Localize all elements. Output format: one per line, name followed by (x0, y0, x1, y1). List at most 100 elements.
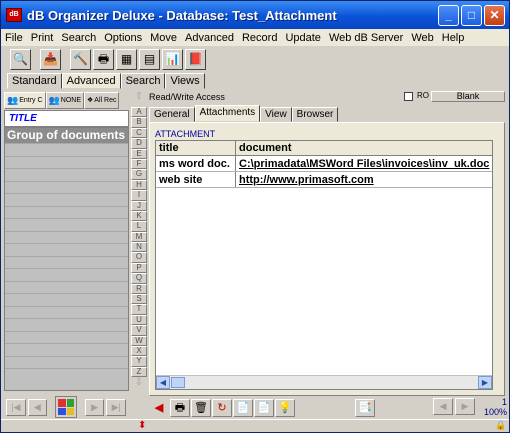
print-attachment-icon[interactable]: 🖶 (170, 399, 190, 417)
table-row[interactable]: ms word doc. C:\primadata\MSWord Files\i… (156, 156, 492, 172)
horizontal-scrollbar[interactable]: ◀ ▶ (156, 375, 492, 389)
chart-icon[interactable]: 📊 (162, 48, 183, 70)
export-icon[interactable]: 📑 (355, 399, 375, 417)
tab-attachments[interactable]: Attachments (194, 105, 261, 122)
left-tab-entry[interactable]: 👥 Entry C (4, 91, 46, 109)
letter-t[interactable]: T (131, 304, 147, 315)
first-record-button[interactable]: |◀ (6, 398, 26, 416)
back-arrow-icon[interactable]: ◀ (149, 399, 169, 417)
tab-view[interactable]: View (260, 107, 292, 122)
left-tabs: 👥 Entry C 👥 NONE ❖ All Rec (4, 91, 129, 109)
cell-title[interactable]: ms word doc. (156, 156, 236, 171)
letter-u[interactable]: U (131, 314, 147, 326)
book-icon[interactable]: 📕 (185, 48, 206, 70)
menu-record[interactable]: Record (238, 32, 281, 44)
letter-q[interactable]: Q (131, 273, 147, 284)
letter-g[interactable]: G (131, 169, 147, 180)
tab-search[interactable]: Search (120, 73, 166, 89)
scroll-up-icon[interactable]: ⇧ (131, 91, 147, 107)
close-button[interactable]: ✕ (484, 5, 505, 26)
search-icon[interactable]: 🔍 (10, 48, 31, 70)
tab-views[interactable]: Views (165, 73, 205, 89)
cell-title[interactable]: web site (156, 172, 236, 187)
letter-a[interactable]: A (131, 107, 147, 118)
letter-f[interactable]: F (131, 158, 147, 170)
letter-w[interactable]: W (131, 335, 147, 346)
letter-o[interactable]: O (131, 252, 147, 263)
tab-standard[interactable]: Standard (7, 73, 62, 89)
tab-general[interactable]: General (149, 107, 195, 122)
letter-e[interactable]: E (131, 148, 147, 159)
menu-print[interactable]: Print (27, 32, 58, 44)
letter-m[interactable]: M (131, 231, 147, 243)
blank-button[interactable]: Blank (431, 91, 505, 102)
list-item[interactable]: Group of documents (5, 128, 128, 144)
letter-n[interactable]: N (131, 242, 147, 253)
letter-v[interactable]: V (131, 325, 147, 336)
page-indicator: 1 100% (479, 397, 507, 417)
menu-web-db-server[interactable]: Web dB Server (325, 32, 407, 44)
access-label: Read/Write Access (149, 91, 225, 102)
record-list[interactable]: Group of documents (4, 127, 129, 391)
letter-d[interactable]: D (131, 138, 147, 149)
letter-j[interactable]: J (131, 200, 147, 211)
scroll-down-icon[interactable]: ⇩ (131, 377, 147, 393)
menu-options[interactable]: Options (100, 32, 146, 44)
people-icon: 👥 (48, 94, 60, 105)
menu-move[interactable]: Move (146, 32, 181, 44)
menu-web[interactable]: Web (407, 32, 437, 44)
letter-b[interactable]: B (131, 117, 147, 128)
print-icon[interactable]: 🖶 (93, 48, 114, 70)
letter-s[interactable]: S (131, 294, 147, 305)
next-record-button[interactable]: ▶ (84, 398, 105, 416)
form-icon[interactable]: ▤ (139, 48, 160, 70)
refresh-icon[interactable]: ↻ (212, 399, 232, 417)
delete-icon[interactable]: 🗑 (191, 399, 211, 417)
letter-i[interactable]: I (131, 190, 147, 201)
tab-browser[interactable]: Browser (291, 107, 339, 122)
column-document[interactable]: document (236, 141, 492, 155)
page-next-button[interactable]: ▶ (455, 398, 475, 415)
letter-x[interactable]: X (131, 345, 147, 357)
cell-document-link[interactable]: C:\primadata\MSWord Files\invoices\inv_u… (236, 156, 492, 171)
letter-y[interactable]: Y (131, 356, 147, 367)
table-row[interactable]: web site http://www.primasoft.com (156, 172, 492, 188)
table-icon[interactable]: ▦ (116, 48, 137, 70)
scroll-left-icon[interactable]: ◀ (156, 376, 170, 389)
menu-help[interactable]: Help (438, 32, 469, 44)
tab-advanced[interactable]: Advanced (61, 73, 121, 89)
categories-icon[interactable] (55, 396, 77, 418)
letter-r[interactable]: R (131, 283, 147, 295)
menu-search[interactable]: Search (57, 32, 100, 44)
letter-l[interactable]: L (131, 221, 147, 232)
ro-checkbox[interactable] (404, 92, 413, 101)
letter-p[interactable]: P (131, 262, 147, 274)
edit-file-icon[interactable]: 📄 (254, 399, 274, 417)
open-file-icon[interactable]: 📄 (233, 399, 253, 417)
record-tabs: General Attachments View Browser (149, 105, 505, 122)
last-record-button[interactable]: ▶| (106, 398, 127, 416)
attachment-grid[interactable]: title document ms word doc. C:\primadata… (155, 140, 493, 390)
scroll-right-icon[interactable]: ▶ (478, 376, 492, 389)
letter-z[interactable]: Z (131, 366, 147, 378)
menu-file[interactable]: File (1, 32, 27, 44)
people-icon: 👥 (7, 94, 19, 105)
menu-advanced[interactable]: Advanced (181, 32, 238, 44)
letter-k[interactable]: K (131, 210, 147, 222)
left-tab-none[interactable]: 👥 NONE (45, 91, 85, 109)
prev-record-button[interactable]: ◀ (27, 398, 48, 416)
import-icon[interactable]: 📥 (40, 48, 61, 70)
cell-document-link[interactable]: http://www.primasoft.com (236, 172, 492, 187)
list-header: TITLE (4, 110, 129, 127)
lightbulb-icon[interactable]: 💡 (275, 399, 295, 417)
left-tab-all-records[interactable]: ❖ All Rec (84, 91, 120, 109)
minimize-button[interactable]: _ (438, 5, 459, 26)
tools-icon[interactable]: 🔨 (70, 48, 91, 70)
page-prev-button[interactable]: ◀ (433, 398, 453, 415)
scroll-thumb[interactable] (171, 377, 185, 388)
letter-h[interactable]: H (131, 179, 147, 191)
column-title[interactable]: title (156, 141, 236, 155)
letter-c[interactable]: C (131, 127, 147, 139)
maximize-button[interactable]: □ (461, 5, 482, 26)
menu-update[interactable]: Update (281, 32, 324, 44)
